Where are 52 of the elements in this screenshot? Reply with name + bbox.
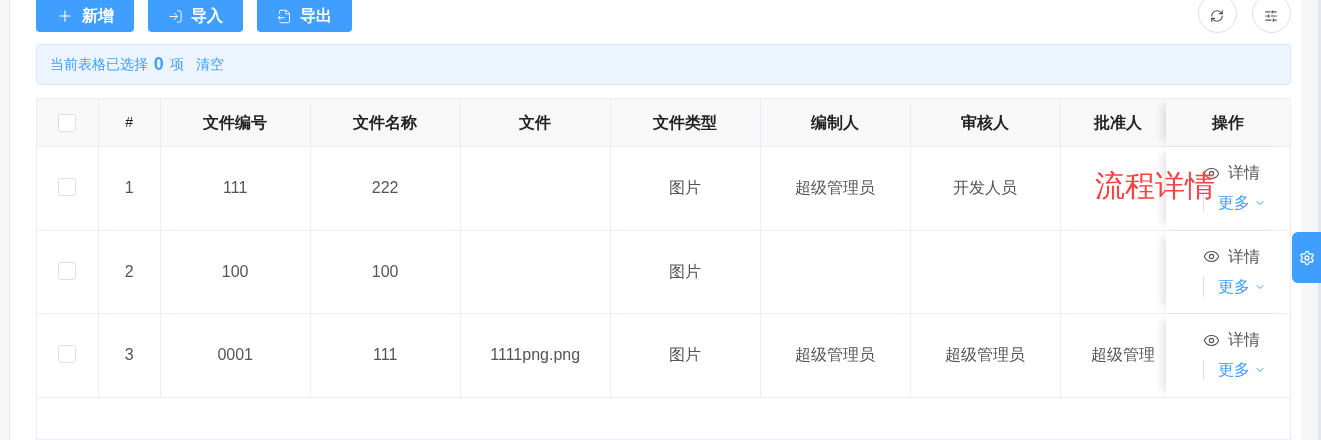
column-header: 审核人 xyxy=(961,112,1010,133)
gear-icon xyxy=(1299,249,1315,266)
import-button[interactable]: 导入 xyxy=(147,0,243,32)
checkbox[interactable] xyxy=(58,178,77,196)
detail-button[interactable]: 详情 xyxy=(1202,328,1260,353)
column-header: # xyxy=(125,113,134,132)
selection-count: 0 xyxy=(153,53,164,76)
table-cell-text: 100 xyxy=(221,261,249,282)
table-cell-text: 1111png.png xyxy=(490,345,581,366)
sliders-icon xyxy=(1264,9,1279,23)
selection-unit: 项 xyxy=(169,55,184,74)
table-cell-text: 图片 xyxy=(669,178,702,199)
table-cell-text: 111 xyxy=(373,345,398,366)
more-dropdown[interactable]: 更多 xyxy=(1217,191,1266,216)
column-header: 文件 xyxy=(519,112,552,133)
table-cell-text: 图片 xyxy=(669,261,702,282)
export-icon xyxy=(276,8,292,24)
refresh-icon xyxy=(1210,9,1225,23)
table-cell-text: 100 xyxy=(371,261,399,282)
table-cell-text: 222 xyxy=(371,178,399,199)
column-header: 批准人 xyxy=(1093,112,1142,133)
overlay-text: 流程详情 xyxy=(1094,171,1215,201)
more-dropdown[interactable]: 更多 xyxy=(1217,274,1266,299)
table-cell-text: 1 xyxy=(124,178,134,199)
selection-text: 当前表格已选择 xyxy=(49,55,148,74)
table-cell-text: 超级管理员 xyxy=(795,178,876,199)
table-cell-text: 开发人员 xyxy=(953,178,1018,199)
checkbox[interactable] xyxy=(58,261,77,280)
clear-link[interactable]: 清空 xyxy=(195,54,224,75)
table-cell-text: 超级管理 xyxy=(1090,345,1155,366)
table-cell-text: 超级管理员 xyxy=(945,345,1026,366)
settings-button[interactable] xyxy=(1251,0,1291,33)
export-button[interactable]: 导出 xyxy=(256,0,352,32)
checkbox[interactable] xyxy=(58,345,77,363)
column-header: 操作 xyxy=(1211,112,1244,133)
column-header: 文件类型 xyxy=(653,112,718,133)
column-header: 文件编号 xyxy=(203,112,268,133)
table-cell-text: 0001 xyxy=(217,345,253,366)
column-header: 文件名称 xyxy=(353,112,418,133)
table-cell-text: 3 xyxy=(124,345,134,366)
table-cell-text: 111 xyxy=(223,178,248,199)
settings-tab[interactable] xyxy=(1292,232,1321,283)
table-cell-text: 2 xyxy=(124,261,134,282)
add-button[interactable]: 新增 xyxy=(35,0,134,32)
column-header: 编制人 xyxy=(811,112,860,133)
refresh-button[interactable] xyxy=(1197,0,1237,33)
table-cell-text: 超级管理员 xyxy=(795,345,876,366)
detail-button[interactable]: 详情 xyxy=(1202,244,1260,269)
checkbox[interactable] xyxy=(58,113,77,132)
table-cell-text: 图片 xyxy=(669,345,702,366)
import-icon xyxy=(167,8,183,24)
more-dropdown[interactable]: 更多 xyxy=(1217,358,1266,383)
